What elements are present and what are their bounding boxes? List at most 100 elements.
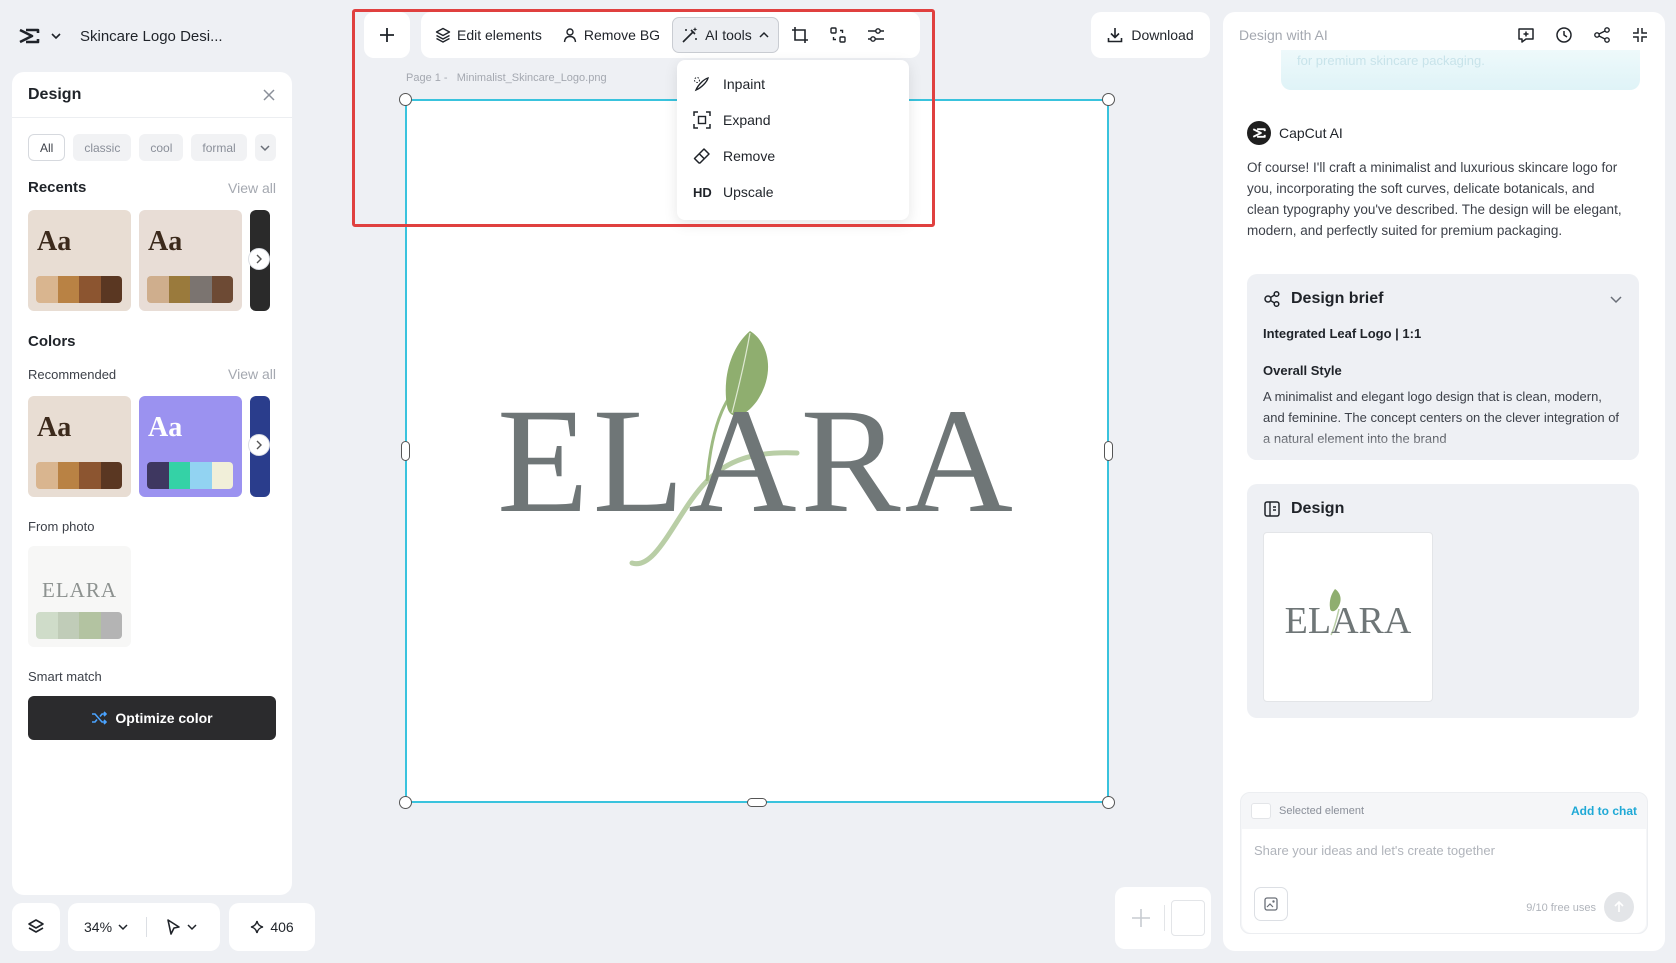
- chip-formal[interactable]: formal: [191, 134, 247, 161]
- palette-swatches: [147, 462, 233, 489]
- divider: [1164, 905, 1165, 931]
- recents-heading: Recents: [28, 179, 87, 196]
- carousel-next-button[interactable]: [248, 434, 270, 456]
- add-to-chat-button[interactable]: Add to chat: [1571, 804, 1637, 818]
- send-button[interactable]: [1604, 892, 1634, 922]
- menu-item-inpaint[interactable]: Inpaint: [677, 66, 909, 102]
- brief-subtitle: Integrated Leaf Logo | 1:1: [1263, 326, 1422, 341]
- chevron-down-icon[interactable]: [50, 30, 62, 42]
- style-heading: Overall Style: [1263, 363, 1342, 378]
- menu-item-label: Inpaint: [723, 76, 766, 92]
- design-result-header: Design: [1263, 500, 1623, 518]
- chip-cool[interactable]: cool: [139, 134, 184, 161]
- chips-expand-button[interactable]: [254, 134, 276, 161]
- ai-tools-button[interactable]: AI tools: [672, 17, 779, 53]
- crop-button[interactable]: [783, 17, 817, 53]
- resize-handle-top-left[interactable]: [399, 93, 412, 106]
- remove-bg-button[interactable]: Remove BG: [554, 17, 668, 53]
- menu-item-expand[interactable]: Expand: [677, 102, 909, 138]
- from-photo-label: From photo: [28, 519, 95, 534]
- chip-classic[interactable]: classic: [73, 134, 132, 161]
- chat-input[interactable]: Share your ideas and let's create togeth…: [1242, 829, 1646, 933]
- carousel-next-button[interactable]: [248, 248, 270, 270]
- design-brief-card[interactable]: Design brief Integrated Leaf Logo | 1:1 …: [1247, 274, 1639, 460]
- share-icon[interactable]: [1593, 26, 1611, 44]
- chevron-down-icon[interactable]: [1609, 292, 1623, 306]
- credits-count: 406: [270, 919, 294, 935]
- adjust-button[interactable]: [859, 17, 893, 53]
- capcut-logo-icon[interactable]: [18, 27, 40, 45]
- plus-icon: [380, 28, 394, 42]
- history-icon[interactable]: [1555, 26, 1573, 44]
- resize-handle-top-right[interactable]: [1102, 93, 1115, 106]
- previous-user-message: for premium skincare packaging.: [1281, 50, 1640, 90]
- menu-item-remove[interactable]: Remove: [677, 138, 909, 174]
- palette-swatches: [36, 276, 122, 303]
- sample-text: Aa: [37, 412, 72, 443]
- palette-card[interactable]: Aa: [139, 396, 242, 497]
- edit-elements-button[interactable]: Edit elements: [427, 17, 550, 53]
- chevron-down-icon[interactable]: [187, 922, 197, 932]
- resize-handle-bottom-left[interactable]: [399, 796, 412, 809]
- close-icon[interactable]: [262, 88, 276, 102]
- project-title[interactable]: Skincare Logo Desi...: [80, 28, 223, 45]
- chevron-down-icon: [260, 144, 270, 151]
- color-swatch: [147, 462, 169, 489]
- page-thumbnail[interactable]: [1171, 900, 1205, 936]
- sample-text: Aa: [148, 226, 183, 257]
- resize-handle-bottom[interactable]: [747, 798, 767, 807]
- photo-palette-card[interactable]: ELARA: [28, 546, 131, 647]
- attach-image-button[interactable]: [1254, 887, 1288, 921]
- add-button[interactable]: [364, 12, 410, 58]
- person-icon: [563, 28, 577, 43]
- logo-wordmark: ELARA: [497, 378, 1017, 544]
- recommended-header: Recommended View all: [12, 366, 292, 382]
- color-swatch: [190, 462, 212, 489]
- menu-item-upscale[interactable]: HD Upscale: [677, 174, 909, 210]
- recents-view-all-link[interactable]: View all: [228, 180, 276, 196]
- optimize-color-button[interactable]: Optimize color: [28, 696, 276, 740]
- zoom-level[interactable]: 34%: [84, 919, 112, 935]
- remove-bg-label: Remove BG: [583, 27, 661, 43]
- palette-card[interactable]: Aa: [28, 396, 131, 497]
- design-thumbnail[interactable]: ELARA: [1263, 532, 1433, 702]
- colors-view-all-link[interactable]: View all: [228, 366, 276, 382]
- resize-handle-bottom-right[interactable]: [1102, 796, 1115, 809]
- color-swatch: [147, 276, 169, 303]
- palette-swatches: [147, 276, 233, 303]
- add-page-button[interactable]: [1125, 902, 1157, 934]
- transform-button[interactable]: [821, 17, 855, 53]
- color-swatch: [57, 462, 79, 489]
- panel-title: Design: [28, 85, 82, 103]
- transform-icon: [830, 27, 846, 43]
- download-button[interactable]: Download: [1091, 12, 1210, 58]
- color-swatch: [79, 462, 101, 489]
- collapse-icon[interactable]: [1631, 26, 1649, 44]
- arrow-up-icon: [1614, 901, 1624, 912]
- new-chat-icon[interactable]: [1517, 26, 1535, 44]
- ai-sender-name: CapCut AI: [1279, 125, 1343, 141]
- credits-button[interactable]: 406: [229, 903, 315, 951]
- brief-icon: [1264, 290, 1280, 308]
- resize-handle-left[interactable]: [401, 441, 410, 461]
- page-label: Page 1 - Minimalist_Skincare_Logo.png: [406, 72, 607, 84]
- colors-heading: Colors: [28, 333, 76, 350]
- chip-all[interactable]: All: [28, 134, 66, 161]
- pointer-icon[interactable]: [165, 918, 181, 936]
- palette-swatches: [36, 612, 122, 639]
- layers-button[interactable]: [12, 903, 60, 951]
- palette-card[interactable]: Aa: [28, 210, 131, 311]
- chevron-up-icon: [759, 31, 769, 38]
- chat-composer: Selected element Add to chat Share your …: [1240, 792, 1648, 934]
- selected-element-chip: Selected element: [1251, 803, 1364, 819]
- chat-input-placeholder: Share your ideas and let's create togeth…: [1254, 843, 1495, 858]
- color-swatch: [36, 276, 58, 303]
- recommended-label: Recommended: [28, 366, 117, 382]
- chevron-down-icon[interactable]: [118, 922, 128, 932]
- shuffle-icon: [92, 711, 108, 725]
- sliders-icon: [867, 28, 884, 42]
- resize-handle-right[interactable]: [1104, 441, 1113, 461]
- capcut-ai-avatar-icon: [1247, 121, 1271, 145]
- color-swatch: [168, 276, 190, 303]
- palette-card[interactable]: Aa: [139, 210, 242, 311]
